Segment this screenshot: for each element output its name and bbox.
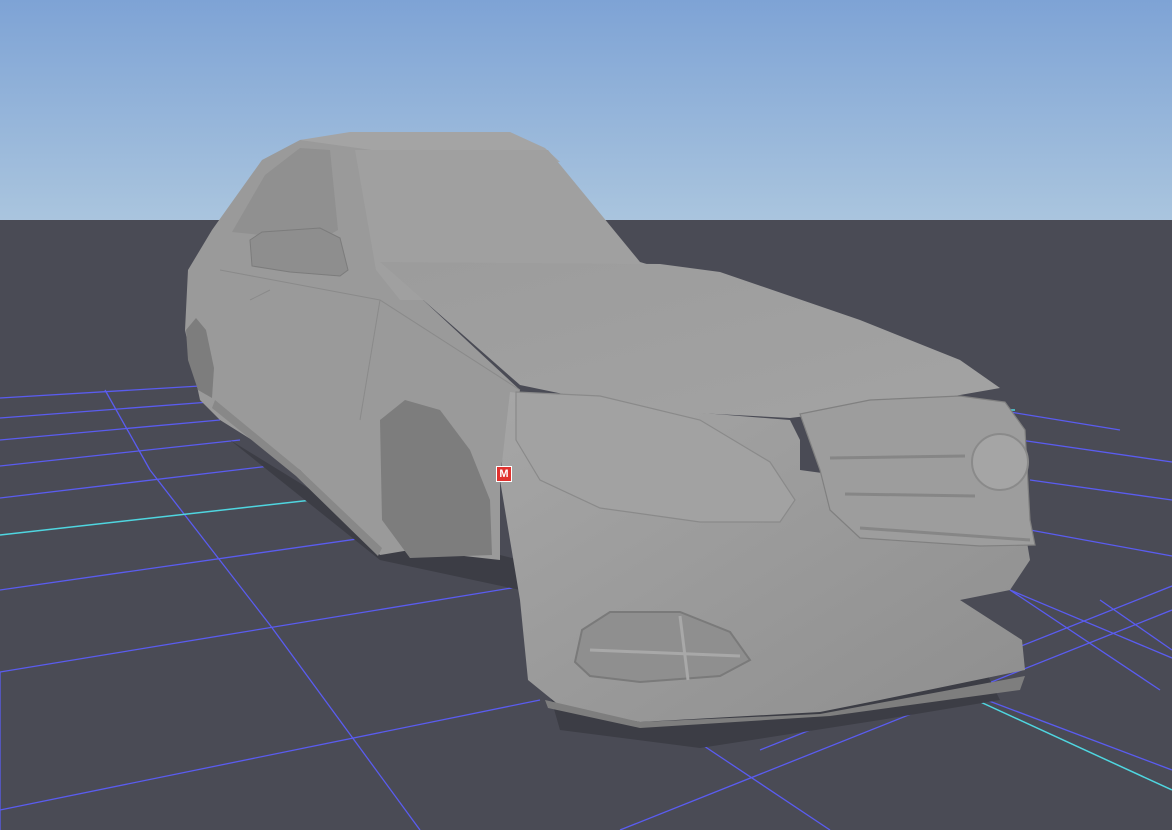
sky bbox=[0, 0, 1172, 222]
car-emblem bbox=[971, 433, 1029, 491]
3d-viewport[interactable]: M bbox=[0, 0, 1172, 830]
scene-canvas[interactable] bbox=[0, 0, 1172, 830]
model-origin-marker[interactable]: M bbox=[496, 466, 512, 482]
